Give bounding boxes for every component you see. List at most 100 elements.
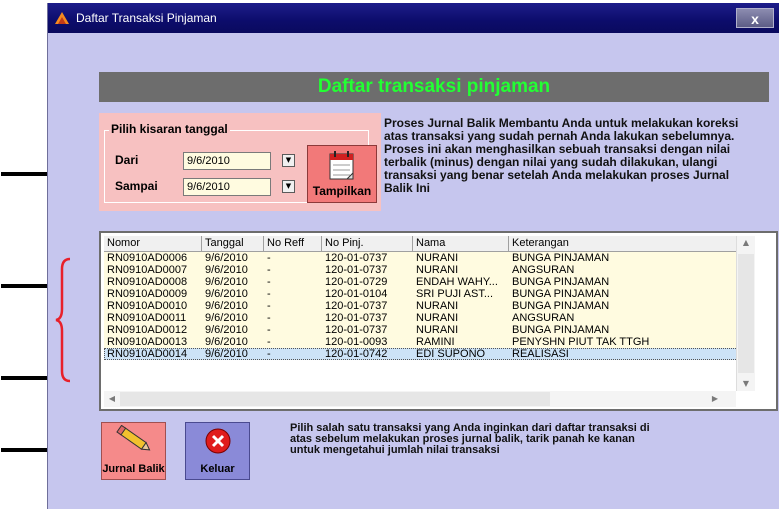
tampilkan-button[interactable]: Tampilkan <box>307 145 377 203</box>
cell-ket: REALISASI <box>512 348 569 360</box>
cell-reff: - <box>267 276 271 288</box>
calendar-icon <box>329 151 354 180</box>
col-keterangan[interactable]: Keterangan <box>509 236 738 252</box>
title-bar[interactable]: Daftar Transaksi Pinjaman x <box>48 3 779 33</box>
cell-nomor: RN0910AD0012 <box>107 324 188 336</box>
cell-nomor: RN0910AD0014 <box>107 348 188 360</box>
jurnal-balik-label: Jurnal Balik <box>102 463 165 475</box>
cell-nomor: RN0910AD0008 <box>107 276 188 288</box>
header-bar: Daftar transaksi pinjaman <box>99 72 769 102</box>
cell-pinj: 120-01-0742 <box>325 348 388 360</box>
cell-tanggal: 9/6/2010 <box>205 312 248 324</box>
table-body: RN0910AD0006 9/6/2010 - 120-01-0737 NURANI BU… <box>104 252 738 360</box>
jurnal-balik-button[interactable]: Jurnal Balik <box>101 422 166 480</box>
cell-tanggal: 9/6/2010 <box>205 276 248 288</box>
cell-nama: NURANI <box>416 264 459 276</box>
table-row[interactable]: RN0910AD0007 9/6/2010 - 120-01-0737 NURANI AN… <box>104 264 738 276</box>
cell-nomor: RN0910AD0010 <box>107 300 188 312</box>
col-nopinj[interactable]: No Pinj. <box>322 236 413 252</box>
cell-tanggal: 9/6/2010 <box>205 252 248 264</box>
cell-pinj: 120-01-0737 <box>325 300 388 312</box>
cell-pinj: 120-01-0093 <box>325 336 388 348</box>
cell-nomor: RN0910AD0011 <box>107 312 187 324</box>
keluar-label: Keluar <box>200 463 235 475</box>
cell-pinj: 120-01-0729 <box>325 276 388 288</box>
to-date-dropdown[interactable]: ▼ <box>282 180 295 193</box>
cell-nomor: RN0910AD0009 <box>107 288 188 300</box>
cell-nama: RAMINI <box>416 336 455 348</box>
col-nama[interactable]: Nama <box>413 236 509 252</box>
cell-ket: ANGSURAN <box>512 264 575 276</box>
close-button[interactable]: x <box>736 8 774 28</box>
scroll-left-icon[interactable]: ◀ <box>104 394 120 403</box>
cell-nama: ENDAH WAHY... <box>416 276 498 288</box>
horizontal-scroll-thumb[interactable] <box>120 392 550 406</box>
vertical-scroll-thumb[interactable] <box>738 254 754 373</box>
cell-nomor: RN0910AD0013 <box>107 336 188 348</box>
pencil-icon <box>116 425 151 451</box>
cell-ket: BUNGA PINJAMAN <box>512 252 610 264</box>
table-row[interactable]: RN0910AD0010 9/6/2010 - 120-01-0737 NURANI BU… <box>104 300 738 312</box>
cell-pinj: 120-01-0104 <box>325 288 388 300</box>
cell-nomor: RN0910AD0007 <box>107 264 188 276</box>
cell-ket: BUNGA PINJAMAN <box>512 288 610 300</box>
cell-reff: - <box>267 324 271 336</box>
cell-reff: - <box>267 300 271 312</box>
cell-tanggal: 9/6/2010 <box>205 348 248 360</box>
col-tanggal[interactable]: Tanggal <box>202 236 264 252</box>
cell-ket: ANGSURAN <box>512 312 575 324</box>
from-date-field[interactable]: 9/6/2010 <box>183 152 271 170</box>
cell-tanggal: 9/6/2010 <box>205 300 248 312</box>
app-icon <box>55 12 69 24</box>
transaction-list[interactable]: Nomor Tanggal No Reff No Pinj. Nama Kete… <box>99 231 778 411</box>
keluar-button[interactable]: Keluar <box>185 422 250 480</box>
window-title: Daftar Transaksi Pinjaman <box>76 11 217 25</box>
cell-nama: SRI PUJI AST... <box>416 288 494 300</box>
cell-reff: - <box>267 348 271 360</box>
cell-tanggal: 9/6/2010 <box>205 324 248 336</box>
scroll-up-icon[interactable]: ▲ <box>738 238 754 247</box>
table-header: Nomor Tanggal No Reff No Pinj. Nama Kete… <box>104 236 738 252</box>
cell-pinj: 120-01-0737 <box>325 264 388 276</box>
close-circle-icon <box>205 428 231 454</box>
description-text: Proses Jurnal Balik Membantu Anda untuk … <box>384 116 739 195</box>
cell-nama: NURANI <box>416 252 459 264</box>
from-date-dropdown[interactable]: ▼ <box>282 154 295 167</box>
scroll-down-icon[interactable]: ▼ <box>738 379 754 388</box>
cell-nomor: RN0910AD0006 <box>107 252 188 264</box>
table-row[interactable]: RN0910AD0013 9/6/2010 - 120-01-0093 RAMINI PE… <box>104 336 738 348</box>
col-nomor[interactable]: Nomor <box>104 236 202 252</box>
table-row[interactable]: RN0910AD0009 9/6/2010 - 120-01-0104 SRI PUJI… <box>104 288 738 300</box>
cell-reff: - <box>267 264 271 276</box>
cell-tanggal: 9/6/2010 <box>205 336 248 348</box>
col-noreff[interactable]: No Reff <box>264 236 322 252</box>
cell-nama: EDI SUPONO <box>416 348 486 360</box>
cell-pinj: 120-01-0737 <box>325 324 388 336</box>
from-label: Dari <box>115 153 139 167</box>
to-label: Sampai <box>115 179 158 193</box>
scroll-right-icon[interactable]: ▶ <box>707 394 723 403</box>
table-row[interactable]: RN0910AD0008 9/6/2010 - 120-01-0729 ENDAH WA… <box>104 276 738 288</box>
cell-ket: BUNGA PINJAMAN <box>512 276 610 288</box>
cell-pinj: 120-01-0737 <box>325 252 388 264</box>
cell-ket: PENYSHN PIUT TAK TTGH <box>512 336 650 348</box>
tampilkan-label: Tampilkan <box>312 184 372 198</box>
cell-reff: - <box>267 288 271 300</box>
cell-ket: BUNGA PINJAMAN <box>512 324 610 336</box>
page-title: Daftar transaksi pinjaman <box>317 76 551 97</box>
annotation-brace <box>55 257 71 383</box>
date-range-label: Pilih kisaran tanggal <box>109 122 230 136</box>
cell-nama: NURANI <box>416 312 459 324</box>
table-row[interactable]: RN0910AD0011 9/6/2010 - 120-01-0737 NURANI AN… <box>104 312 738 324</box>
vertical-scrollbar[interactable]: ▲ ▼ <box>736 236 755 391</box>
cell-ket: BUNGA PINJAMAN <box>512 300 610 312</box>
cell-nama: NURANI <box>416 300 459 312</box>
table-row[interactable]: RN0910AD0014 9/6/2010 - 120-01-0742 EDI SUPO… <box>104 348 738 360</box>
to-date-field[interactable]: 9/6/2010 <box>183 178 271 196</box>
horizontal-scrollbar[interactable]: ◀ ▶ <box>104 391 736 407</box>
cell-nama: NURANI <box>416 324 459 336</box>
date-range-panel: Pilih kisaran tanggal Dari 9/6/2010 ▼ Sa… <box>99 113 381 211</box>
table-row[interactable]: RN0910AD0006 9/6/2010 - 120-01-0737 NURANI BU… <box>104 252 738 264</box>
cell-tanggal: 9/6/2010 <box>205 264 248 276</box>
table-row[interactable]: RN0910AD0012 9/6/2010 - 120-01-0737 NURANI BU… <box>104 324 738 336</box>
